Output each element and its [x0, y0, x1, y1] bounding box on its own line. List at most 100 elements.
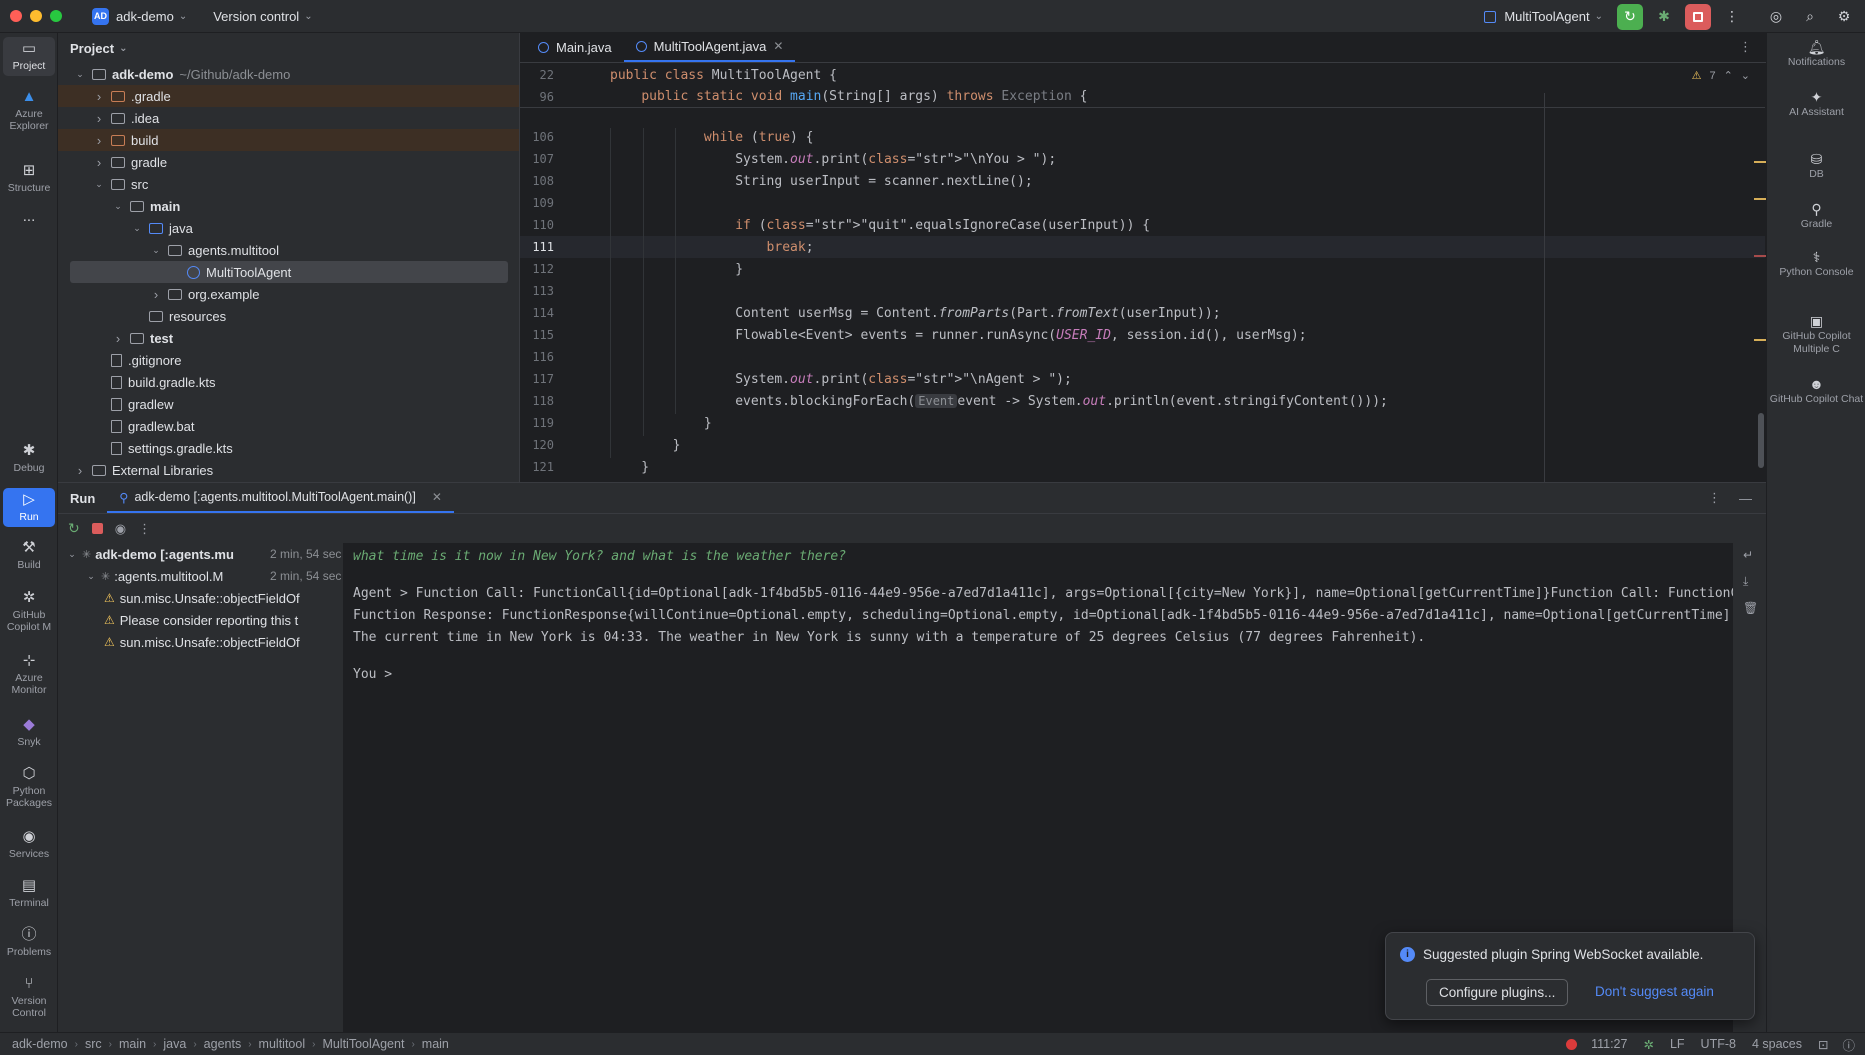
tool-github-copilot-multiple[interactable]: ▣ GitHub Copilot Multiple C — [1767, 314, 1865, 356]
more-vertical-icon[interactable]: ⋮ — [138, 521, 151, 537]
editor-scrollbar[interactable] — [1758, 413, 1764, 468]
warning-marker[interactable] — [1754, 161, 1766, 163]
breadcrumb-item[interactable]: MultiToolAgent — [322, 1037, 404, 1051]
code-line[interactable]: 108 String userInput = scanner.nextLine(… — [520, 170, 1765, 192]
inspection-widget[interactable]: ⚠ 7 ⌃ ⌄ — [1692, 69, 1750, 83]
configure-plugins-button[interactable]: Configure plugins... — [1426, 979, 1569, 1006]
tree-item[interactable]: › build — [58, 129, 519, 151]
tree-item[interactable]: ⌄ java — [58, 217, 519, 239]
warning-marker[interactable] — [1754, 339, 1766, 341]
chevron-down-icon[interactable]: ⌄ — [131, 223, 143, 234]
chevron-right-icon[interactable]: › — [74, 463, 86, 478]
chevron-down-icon[interactable]: ⌄ — [112, 201, 124, 212]
tree-item[interactable]: gradlew — [58, 393, 519, 415]
dont-suggest-again-link[interactable]: Don't suggest again — [1595, 984, 1714, 999]
tool-gradle[interactable]: ⚲ Gradle — [1767, 202, 1865, 231]
run-config-selector[interactable]: MultiToolAgent — [1504, 9, 1589, 24]
rerun-icon[interactable]: ↻ — [68, 520, 80, 537]
run-tree-item[interactable]: ⚠ sun.misc.Unsafe::objectFieldOf — [58, 587, 341, 609]
tree-item[interactable]: ⌄ src — [58, 173, 519, 195]
breadcrumb-item[interactable]: multitool — [259, 1037, 306, 1051]
tree-item[interactable]: .gitignore — [58, 349, 519, 371]
copilot-status-icon[interactable]: ✲ — [1643, 1037, 1653, 1052]
code-line[interactable]: 118 events.blockingForEach(Event event ->… — [520, 390, 1765, 412]
tool-debug[interactable]: ✱ Debug — [3, 443, 55, 475]
tree-item[interactable]: › External Libraries — [58, 459, 519, 481]
tool-terminal[interactable]: ▤ Terminal — [3, 878, 55, 910]
tree-item[interactable]: gradlew.bat — [58, 415, 519, 437]
run-tree-item[interactable]: ⚠ Please consider reporting this t — [58, 609, 341, 631]
code-line[interactable]: 113 — [520, 280, 1765, 302]
run-tree-item[interactable]: ⚠ sun.misc.Unsafe::objectFieldOf — [58, 631, 341, 653]
breadcrumb-item[interactable]: main — [119, 1037, 146, 1051]
close-window-button[interactable] — [10, 10, 22, 22]
minimize-window-button[interactable] — [30, 10, 42, 22]
breadcrumb-item[interactable]: adk-demo — [12, 1037, 68, 1051]
tree-item[interactable]: › .idea — [58, 107, 519, 129]
tree-item[interactable]: build.gradle.kts — [58, 371, 519, 393]
breadcrumb-item[interactable]: agents — [204, 1037, 242, 1051]
tool-version-control[interactable]: ⑂ Version Control — [3, 976, 55, 1020]
code-line[interactable]: 116 — [520, 346, 1765, 368]
tool-more[interactable]: ... — [3, 209, 55, 228]
warning-marker[interactable] — [1754, 198, 1766, 200]
code-line[interactable]: 107 System.out.print(class="str">"\nYou … — [520, 148, 1765, 170]
lock-icon[interactable]: ⊡ — [1818, 1037, 1828, 1052]
tree-item[interactable]: › test — [58, 327, 519, 349]
tool-github-copilot[interactable]: ✲ GitHub Copilot M — [3, 590, 55, 634]
tool-structure[interactable]: ⊞ Structure — [3, 163, 55, 195]
tool-github-copilot-chat[interactable]: ☻ GitHub Copilot Chat — [1767, 377, 1865, 406]
code-line[interactable]: 114 Content userMsg = Content.fromParts(… — [520, 302, 1765, 324]
debug-button[interactable]: ✱ — [1651, 4, 1677, 30]
indent-setting[interactable]: 4 spaces — [1752, 1037, 1802, 1051]
code-line[interactable]: 106 while (true) { — [520, 126, 1765, 148]
chevron-right-icon[interactable]: › — [112, 331, 124, 346]
code-line[interactable]: 110 if (class="str">"quit".equalsIgnoreC… — [520, 214, 1765, 236]
code-line[interactable]: 115 Flowable<Event> events = runner.runA… — [520, 324, 1765, 346]
chevron-down-icon[interactable]: ⌄ — [74, 69, 86, 80]
code-line[interactable]: 109 — [520, 192, 1765, 214]
tree-item[interactable]: › .gradle — [58, 85, 519, 107]
breadcrumb-item[interactable]: main — [422, 1037, 449, 1051]
code-line[interactable]: 112 } — [520, 258, 1765, 280]
tab-main-java[interactable]: Main.java — [526, 32, 624, 62]
search-everywhere-button[interactable]: ⌕ — [1797, 4, 1823, 30]
tool-azure-monitor[interactable]: ⊹ Azure Monitor — [3, 653, 55, 697]
vcs-menu[interactable]: Version control — [213, 9, 299, 24]
tool-python-console[interactable]: ⚕ Python Console — [1767, 250, 1865, 279]
sticky-line[interactable]: 96 public static void main(String[] args… — [520, 86, 1765, 108]
error-indicator-icon[interactable] — [1566, 1038, 1578, 1050]
project-switcher[interactable]: adk-demo — [116, 9, 174, 24]
run-tab[interactable]: ⚲ adk-demo [:agents.multitool.MultiToolA… — [107, 483, 454, 513]
chevron-right-icon[interactable]: › — [93, 155, 105, 170]
breadcrumb-item[interactable]: src — [85, 1037, 102, 1051]
run-tree-item[interactable]: ⌄ ✳:agents.multitool.M 2 min, 54 sec — [58, 565, 341, 587]
zoom-window-button[interactable] — [50, 10, 62, 22]
tree-item[interactable]: ⌄ main — [58, 195, 519, 217]
chevron-down-icon[interactable]: ⌄ — [93, 179, 105, 190]
chevron-right-icon[interactable]: › — [93, 111, 105, 126]
chevron-right-icon[interactable]: › — [93, 133, 105, 148]
tool-db[interactable]: ⛁ DB — [1767, 152, 1865, 181]
sticky-line[interactable]: 22 public class MultiToolAgent { — [520, 64, 1765, 86]
run-tree-item[interactable]: ⌄ ✳ adk-demo [:agents.mu 2 min, 54 sec — [58, 543, 341, 565]
eye-icon[interactable]: ◉ — [115, 521, 126, 537]
line-separator[interactable]: LF — [1670, 1037, 1685, 1051]
tree-item[interactable]: resources — [58, 305, 519, 327]
tool-snyk[interactable]: ◆ Snyk — [3, 717, 55, 749]
tab-multitoolagent-java[interactable]: MultiToolAgent.java ✕ — [623, 32, 796, 62]
code-line[interactable]: 111 break; — [520, 236, 1765, 258]
chevron-right-icon[interactable]: › — [150, 287, 162, 302]
tool-project[interactable]: ▭ Project — [3, 37, 55, 76]
more-vertical-icon[interactable]: ⋮ — [1739, 32, 1752, 62]
tool-problems[interactable]: ⓘ Problems — [3, 927, 55, 959]
project-panel-header[interactable]: Project ⌄ — [58, 33, 519, 63]
code-area[interactable]: 106 while (true) {107 System.out.print(c… — [520, 64, 1765, 482]
rerun-button[interactable]: ↻ — [1617, 3, 1643, 30]
stop-button[interactable] — [1685, 3, 1711, 30]
close-tab-icon[interactable]: ✕ — [432, 490, 442, 504]
minimize-icon[interactable]: — — [1739, 491, 1752, 506]
soft-wrap-icon[interactable]: ↵ — [1743, 548, 1758, 562]
code-line[interactable]: 121 } — [520, 456, 1765, 478]
tree-item[interactable]: MultiToolAgent — [70, 261, 508, 283]
